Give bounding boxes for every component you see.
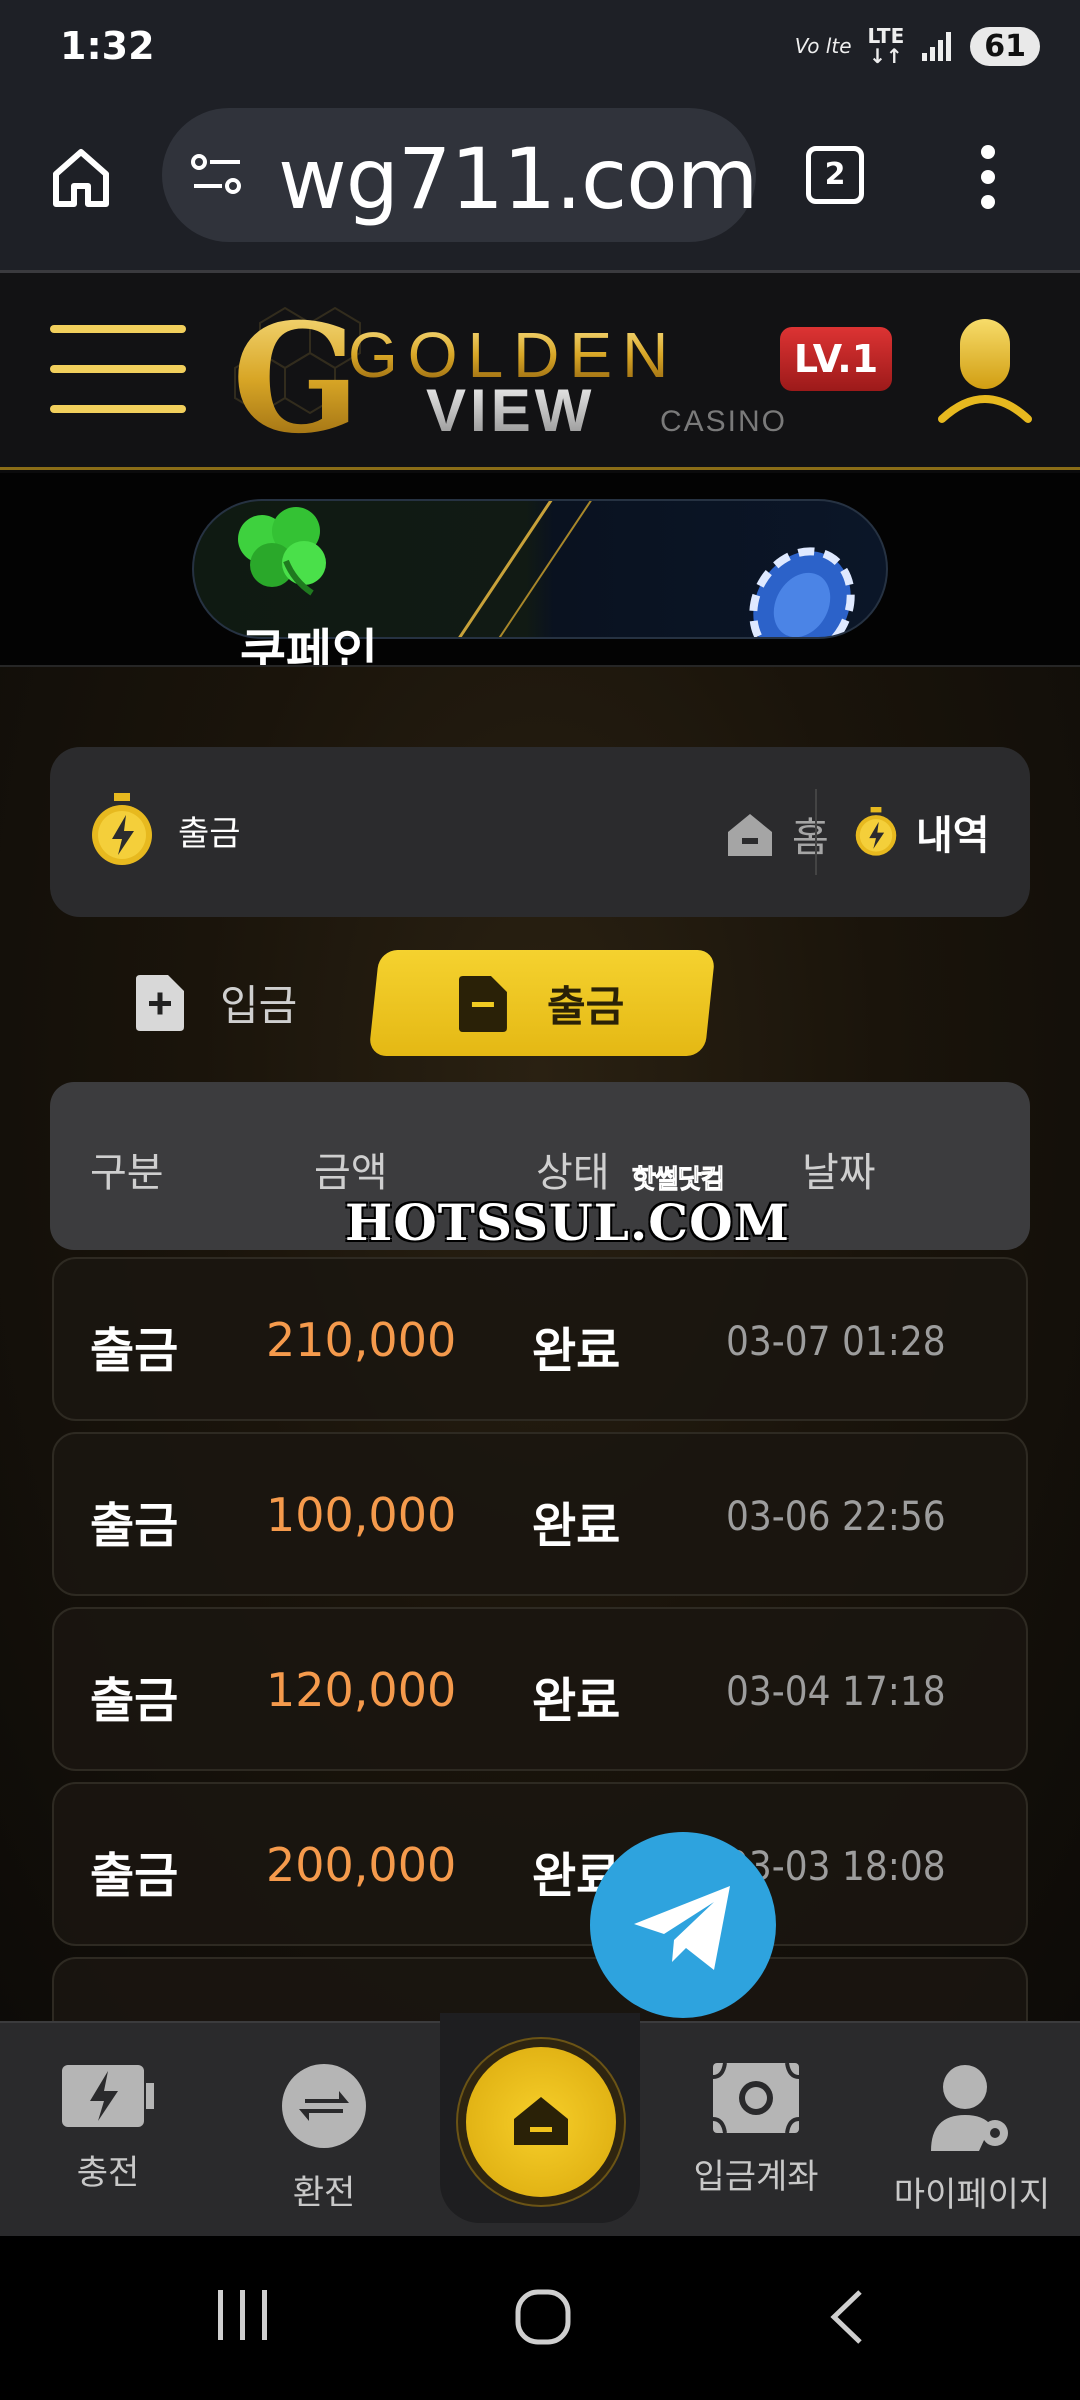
money-icon [712, 2062, 800, 2134]
address-bar[interactable]: wg711.com [162, 108, 758, 242]
banner-text: 쿠페인 [240, 624, 378, 667]
site-header: G GOLDEN VIEW CASINO LV.1 [0, 270, 1080, 470]
battery-indicator: 61 [970, 26, 1040, 66]
nav-charge[interactable]: 충전 [8, 2063, 208, 2194]
url-text: wg711.com [278, 130, 758, 228]
level-badge: LV.1 [780, 327, 892, 391]
row-status: 완료 [532, 1498, 621, 1554]
row-type: 출금 [90, 1498, 179, 1554]
tab-deposit[interactable]: 입금 [136, 972, 297, 1033]
lte-icon: LTE ↓↑ [867, 24, 905, 68]
row-status: 완료 [532, 1673, 621, 1729]
volte-icon: Vo lte [794, 34, 852, 58]
telegram-button[interactable] [590, 1832, 776, 2018]
browser-toolbar: wg711.com 2 [0, 100, 1080, 270]
header-amount: 금액 [314, 1150, 388, 1196]
withdraw-page: 출금 홈 내역 입금 출금 구분 금액 상태 날짜 핫썰닷컴 HOTSSUL.C… [0, 667, 1080, 2121]
row-status: 완료 [532, 1323, 621, 1379]
nav-exchange[interactable]: 환전 [224, 2063, 424, 2214]
current-page-title: 출금 [178, 813, 241, 854]
nav-mypage[interactable]: 마이페이지 [872, 2063, 1072, 2216]
tab-deposit-label: 입금 [220, 981, 298, 1030]
row-date: 03-07 01:28 [726, 1319, 946, 1365]
row-date: 03-06 22:56 [726, 1494, 946, 1540]
history-link-label: 내역 [916, 813, 990, 859]
clover-icon [238, 507, 326, 596]
battery-charge-icon [62, 2065, 154, 2127]
nav-exchange-label: 환전 [292, 2173, 356, 2213]
status-icons: Vo lte LTE ↓↑ 61 [795, 26, 1040, 66]
user-settings-icon [931, 2065, 1008, 2151]
signal-icon [922, 32, 952, 61]
nav-deposit-account-label: 입금계좌 [693, 2157, 819, 2197]
divider-slash [458, 501, 592, 637]
table-row: 출금 200,000 완료 03-03 18:08 [52, 1782, 1028, 1946]
row-type: 출금 [90, 1323, 179, 1379]
home-icon [514, 2097, 568, 2145]
exchange-icon [282, 2064, 366, 2148]
header-status: 상태 [536, 1150, 610, 1196]
more-menu-icon[interactable] [978, 144, 998, 210]
poker-chip-icon [749, 547, 855, 637]
row-amount: 100,000 [266, 1488, 457, 1542]
table-row: 출금 100,000 완료 03-06 22:56 [52, 1432, 1028, 1596]
hamburger-menu-icon[interactable] [50, 325, 186, 415]
svg-text:G: G [232, 293, 360, 453]
watermark-small: 핫썰닷컴 [632, 1165, 726, 1196]
tab-switcher-button[interactable]: 2 [806, 146, 864, 204]
home-icon [728, 814, 772, 856]
row-amount: 200,000 [266, 1838, 457, 1892]
home-link[interactable]: 홈 [726, 805, 829, 863]
page-header-bar: 출금 홈 내역 [50, 747, 1030, 917]
home-link-label: 홈 [792, 815, 829, 861]
home-icon[interactable] [48, 144, 114, 210]
user-profile-icon[interactable] [938, 319, 1032, 429]
watermark-big: HOTSSUL.COM [345, 1193, 790, 1252]
system-navigation-bar [0, 2236, 1080, 2400]
nav-deposit-account[interactable]: 입금계좌 [656, 2062, 856, 2198]
row-amount: 120,000 [266, 1663, 457, 1717]
row-amount: 210,000 [266, 1313, 457, 1367]
recent-apps-icon[interactable] [216, 2288, 270, 2342]
svg-text:VIEW: VIEW [426, 377, 595, 444]
stopwatch-bolt-icon [92, 793, 152, 865]
tab-withdraw[interactable]: 출금 [368, 950, 716, 1056]
file-plus-icon [136, 974, 184, 1031]
current-page: 출금 [90, 793, 241, 867]
back-icon[interactable] [826, 2288, 866, 2346]
golden-view-casino-logo[interactable]: G GOLDEN VIEW CASINO [230, 293, 840, 453]
table-row: 출금 120,000 완료 03-04 17:18 [52, 1607, 1028, 1771]
table-row: 출금 210,000 완료 03-07 01:28 [52, 1257, 1028, 1421]
nav-home-button[interactable] [466, 2047, 616, 2197]
divider [815, 789, 817, 875]
header-type: 구분 [90, 1150, 164, 1196]
bottom-nav: 충전 환전 입금계좌 마이페이지 [0, 2013, 1080, 2236]
svg-text:CASINO: CASINO [660, 405, 787, 438]
nav-charge-label: 충전 [76, 2153, 140, 2193]
site-settings-icon[interactable] [190, 152, 244, 198]
home-nav-icon[interactable] [514, 2288, 572, 2346]
history-link[interactable]: 내역 [854, 803, 990, 861]
row-type: 출금 [90, 1673, 179, 1729]
tab-withdraw-label: 출금 [547, 981, 625, 1031]
status-time: 1:32 [60, 24, 155, 68]
row-type: 출금 [90, 1848, 179, 1904]
promo-banner[interactable]: 쿠페인 [0, 473, 1080, 667]
stopwatch-bolt-icon [855, 807, 897, 856]
file-minus-icon [459, 975, 508, 1031]
status-bar: 1:32 Vo lte LTE ↓↑ 61 [0, 0, 1080, 100]
telegram-icon [634, 1886, 730, 1970]
header-date: 날짜 [802, 1150, 876, 1196]
row-date: 03-04 17:18 [726, 1669, 946, 1715]
nav-mypage-label: 마이페이지 [893, 2175, 1051, 2215]
